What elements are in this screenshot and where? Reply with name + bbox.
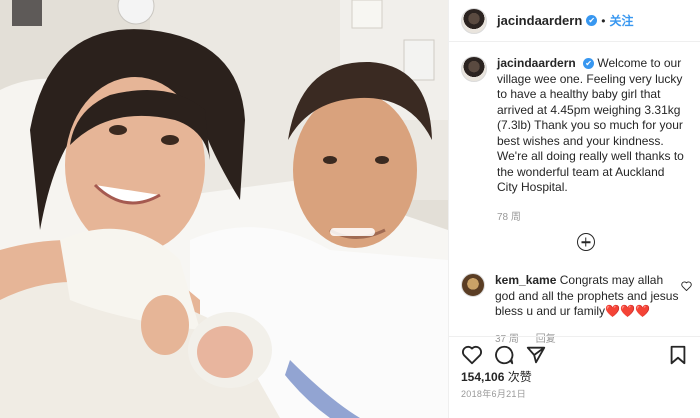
photo-illustration bbox=[0, 0, 448, 418]
verified-badge-icon: ✔ bbox=[586, 15, 598, 26]
share-icon[interactable] bbox=[525, 344, 547, 366]
comment-username-link[interactable]: kem_kame bbox=[495, 273, 556, 287]
post-date: 2018年6月21日 bbox=[461, 389, 527, 399]
comment-item: kem_kame Congrats may allah god and all … bbox=[449, 251, 700, 347]
comment-avatar[interactable] bbox=[461, 273, 485, 297]
caption-username-link[interactable]: jacindaardern bbox=[497, 56, 576, 70]
follow-button[interactable]: 关注 bbox=[609, 12, 633, 29]
caption-avatar[interactable] bbox=[461, 56, 487, 82]
comment-emoji: ❤️❤️❤️ bbox=[605, 304, 650, 318]
caption-verified-badge-icon: ✔ bbox=[583, 58, 595, 70]
action-bar bbox=[449, 336, 700, 372]
post-header: jacindaardern ✔ • 关注 bbox=[449, 0, 700, 42]
heart-icon[interactable] bbox=[461, 344, 483, 366]
post-sidebar: jacindaardern ✔ • 关注 jacindaardern ✔ Wel… bbox=[448, 0, 700, 418]
likes-count[interactable]: 154,106 次赞 bbox=[461, 368, 532, 385]
caption-text: Welcome to our village wee one. Feeling … bbox=[497, 56, 684, 194]
avatar[interactable] bbox=[461, 7, 487, 34]
separator-dot: • bbox=[601, 13, 606, 28]
likes-number: 154,106 bbox=[461, 370, 505, 384]
comment-like-heart-icon[interactable] bbox=[681, 281, 692, 294]
likes-label: 次赞 bbox=[507, 370, 532, 384]
caption: jacindaardern ✔ Welcome to our village w… bbox=[449, 42, 700, 225]
username-link[interactable]: jacindaardern bbox=[497, 13, 582, 28]
post-photo[interactable] bbox=[0, 0, 448, 418]
plus-circle-icon[interactable] bbox=[576, 233, 595, 251]
comment-icon[interactable] bbox=[493, 344, 515, 366]
caption-body: jacindaardern ✔ Welcome to our village w… bbox=[497, 56, 688, 225]
caption-timestamp[interactable]: 78 周 bbox=[497, 210, 688, 226]
bookmark-icon[interactable] bbox=[667, 344, 689, 366]
